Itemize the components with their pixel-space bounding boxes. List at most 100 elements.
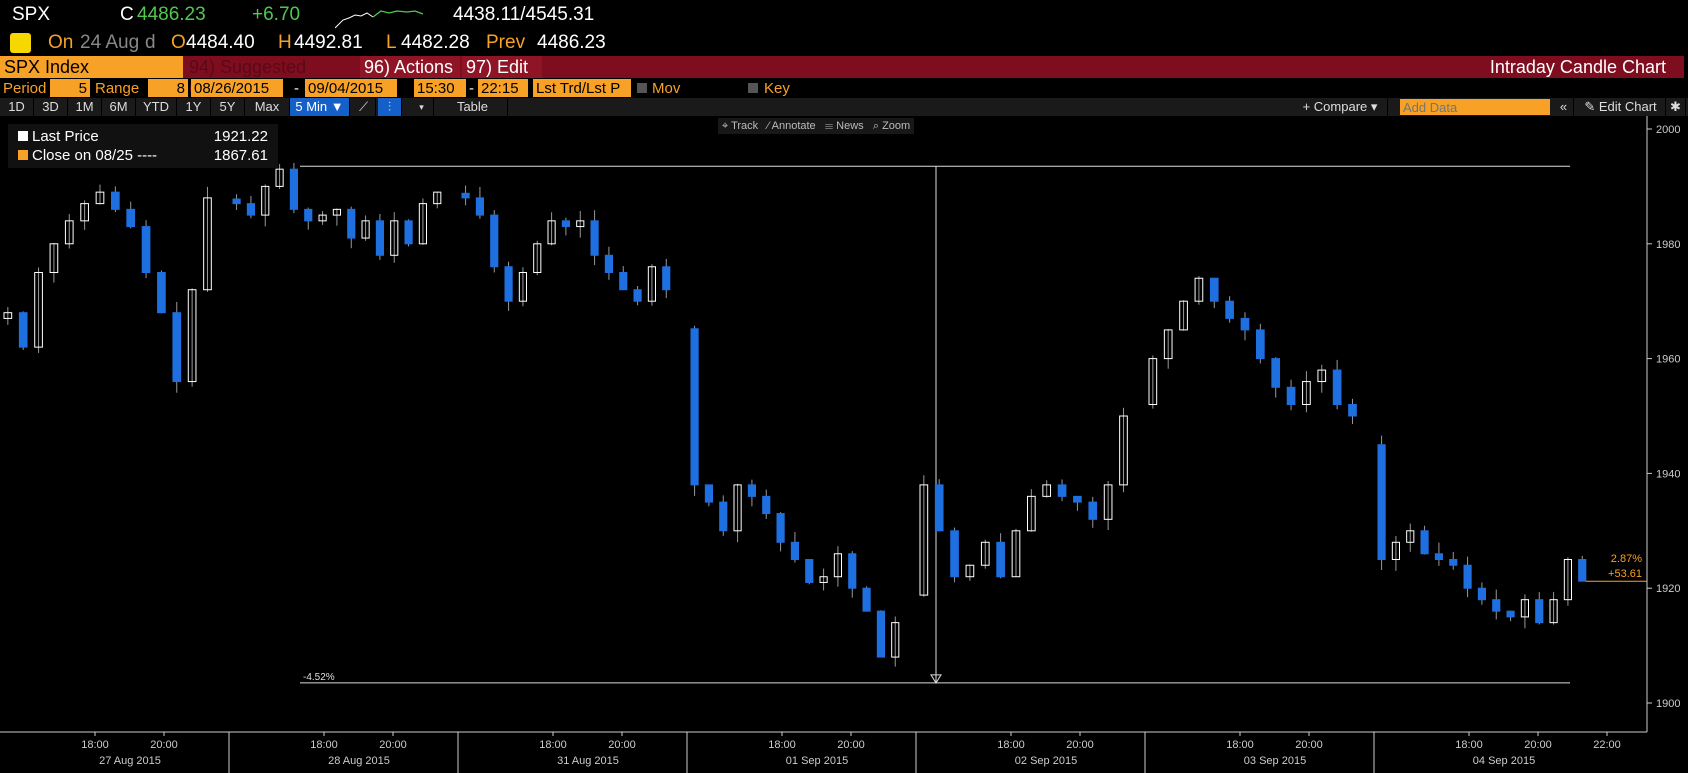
candle xyxy=(246,203,255,216)
date-label: 04 Sep 2015 xyxy=(1473,755,1535,767)
date-label: 01 Sep 2015 xyxy=(786,755,848,767)
candle xyxy=(1225,300,1234,319)
candle xyxy=(633,289,642,302)
y-tick-label: 1980 xyxy=(1656,239,1680,251)
x-tick-label: 18:00 xyxy=(539,739,567,751)
x-tick-label: 20:00 xyxy=(1524,739,1552,751)
x-tick-label: 18:00 xyxy=(1455,739,1483,751)
x-tick-label: 20:00 xyxy=(608,739,636,751)
x-tick-label: 20:00 xyxy=(837,739,865,751)
candle xyxy=(157,272,166,314)
x-tick-label: 18:00 xyxy=(997,739,1025,751)
legend-label: Close on 08/25 ---- xyxy=(32,147,158,164)
x-tick-label: 20:00 xyxy=(150,739,178,751)
candle xyxy=(790,541,799,561)
legend-label: Last Price xyxy=(32,128,99,145)
candle-chart[interactable]: 2000 1980 1960 1940 1920 1900 -4.52% 18:00 20:00… xyxy=(0,0,1688,773)
candle xyxy=(1057,484,1067,497)
candle xyxy=(126,208,136,228)
candle xyxy=(1492,599,1501,612)
candle xyxy=(504,266,513,302)
candle xyxy=(1477,587,1487,601)
change-pct-label: 2.87% xyxy=(1611,553,1642,565)
legend: Last Price 1921.22 Close on 08/25 ---- 186… xyxy=(8,124,278,168)
y-tick-label: 1960 xyxy=(1656,354,1680,366)
candle xyxy=(950,530,959,578)
candle xyxy=(1073,495,1082,503)
legend-item-last-price[interactable]: Last Price 1921.22 xyxy=(18,127,268,146)
candle xyxy=(719,501,728,532)
candle xyxy=(18,312,28,348)
candle xyxy=(704,484,713,503)
candle xyxy=(1240,317,1250,331)
x-tick-label: 20:00 xyxy=(379,739,407,751)
candle xyxy=(561,220,570,228)
candle xyxy=(862,587,871,612)
x-tick-label: 18:00 xyxy=(768,739,796,751)
candle xyxy=(1088,501,1098,520)
candle xyxy=(404,220,413,245)
candle xyxy=(289,168,299,210)
candle xyxy=(375,220,385,256)
y-tick-label: 2000 xyxy=(1656,124,1680,136)
candle xyxy=(747,484,756,497)
candle xyxy=(776,513,785,543)
track-button[interactable]: ⌖ Track xyxy=(722,120,758,132)
candle xyxy=(1578,559,1587,582)
candle xyxy=(934,484,944,532)
y-tick-label: 1940 xyxy=(1656,468,1680,480)
zoom-button[interactable]: ⌕ Zoom xyxy=(873,120,910,132)
candle xyxy=(347,208,356,239)
candle xyxy=(1286,386,1296,406)
candle xyxy=(490,214,499,268)
candle xyxy=(662,266,671,291)
candle xyxy=(1449,559,1458,566)
candle xyxy=(1271,358,1281,388)
candle xyxy=(1434,553,1444,561)
candle xyxy=(690,328,699,486)
legend-value: 1867.61 xyxy=(213,147,268,164)
y-tick-label: 1920 xyxy=(1656,583,1680,595)
candle xyxy=(475,197,485,216)
candle xyxy=(172,312,182,383)
candle xyxy=(1348,404,1357,417)
x-tick-label: 20:00 xyxy=(1295,739,1323,751)
legend-value: 1921.22 xyxy=(213,128,268,145)
candle xyxy=(876,610,885,658)
candle xyxy=(141,226,151,273)
candle xyxy=(604,254,613,273)
candle xyxy=(1256,329,1265,360)
candle xyxy=(848,553,857,589)
x-tick-label: 22:00 xyxy=(1593,739,1621,751)
candle xyxy=(461,192,470,199)
news-button[interactable]: ☰ News xyxy=(825,120,864,132)
legend-item-close[interactable]: Close on 08/25 ---- 1867.61 xyxy=(18,146,268,165)
candle xyxy=(304,208,313,222)
x-tick-label: 20:00 xyxy=(1066,739,1094,751)
x-tick-label: 18:00 xyxy=(310,739,338,751)
chart-tools: ⌖ Track ⁄ Annotate ☰ News ⌕ Zoom xyxy=(718,118,915,134)
date-label: 27 Aug 2015 xyxy=(99,755,161,767)
legend-swatch xyxy=(18,150,28,160)
candle xyxy=(1332,369,1342,406)
candle xyxy=(1377,444,1386,561)
candle xyxy=(619,272,628,291)
candle xyxy=(111,191,120,210)
annotate-button[interactable]: ⁄ Annotate xyxy=(767,120,815,132)
candle xyxy=(762,495,771,515)
candle xyxy=(805,559,814,583)
candle xyxy=(1209,277,1219,302)
change-value-label: +53.61 xyxy=(1608,568,1642,580)
low-line-label: -4.52% xyxy=(303,672,335,683)
date-label: 02 Sep 2015 xyxy=(1015,755,1077,767)
x-tick-label: 18:00 xyxy=(1226,739,1254,751)
candle xyxy=(1535,599,1544,624)
y-tick-label: 1900 xyxy=(1656,698,1680,710)
date-label: 03 Sep 2015 xyxy=(1244,755,1306,767)
x-tick-label: 18:00 xyxy=(81,739,109,751)
date-label: 31 Aug 2015 xyxy=(557,755,619,767)
candle xyxy=(996,541,1005,578)
candle xyxy=(1420,530,1429,555)
candle xyxy=(232,198,241,205)
legend-swatch xyxy=(18,131,28,141)
